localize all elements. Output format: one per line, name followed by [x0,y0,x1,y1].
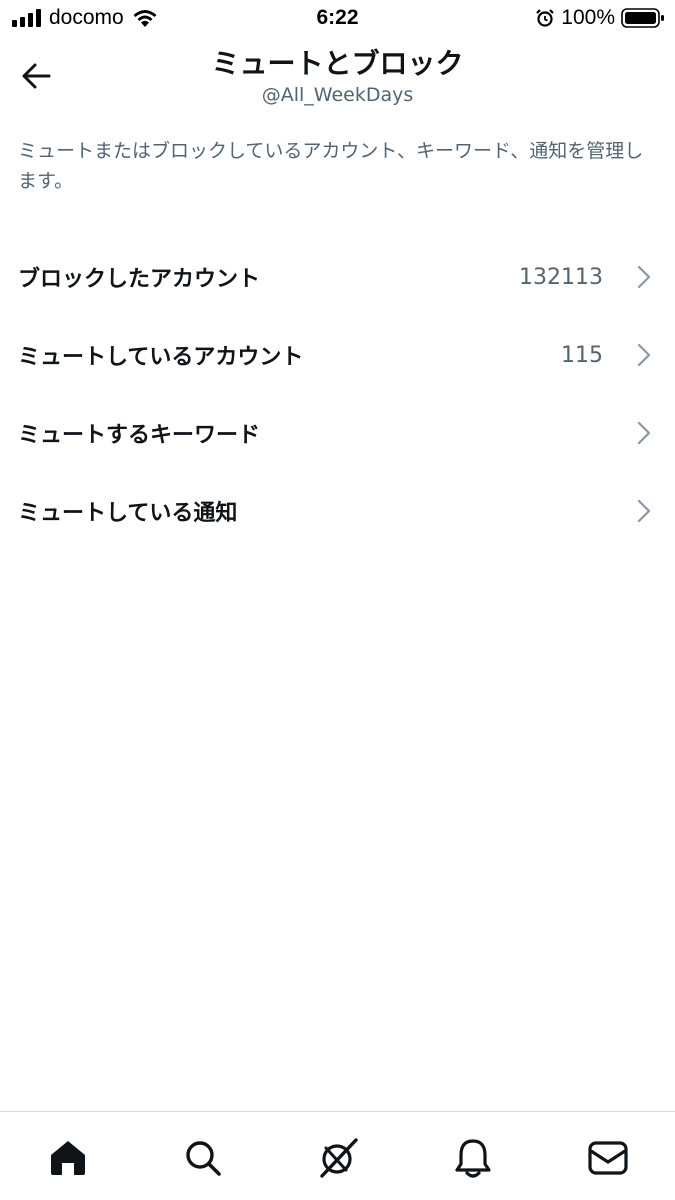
nav-messages[interactable] [578,1136,638,1180]
settings-list: ブロックしたアカウント 132113 ミュートしているアカウント 115 ミュー… [0,238,675,550]
setting-label: ブロックしたアカウント [18,267,261,292]
battery-percentage: 100% [561,6,615,29]
status-bar: docomo 6:22 100% [0,0,675,38]
header: ミュートとブロック @All_WeekDays [0,38,675,114]
muted-keywords-row[interactable]: ミュートするキーワード [0,394,675,472]
alarm-icon [536,9,555,27]
setting-label: ミュートするキーワード [18,423,261,448]
spaces-icon [319,1138,358,1178]
page-title: ミュートとブロック [211,47,464,80]
messages-icon [587,1141,628,1175]
setting-count: 115 [561,342,603,368]
chevron-right-icon [637,343,651,367]
chevron-right-icon [637,265,651,289]
search-icon [185,1141,221,1176]
nav-home[interactable] [38,1136,98,1180]
nav-search[interactable] [173,1136,233,1180]
wifi-icon [133,10,157,27]
setting-label: ミュートしているアカウント [18,345,304,370]
bottom-nav [0,1111,675,1200]
setting-count: 132113 [519,264,603,290]
home-icon [50,1141,85,1175]
battery-icon [621,8,664,28]
account-handle: @All_WeekDays [261,84,414,106]
signal-icon [12,9,41,27]
carrier-name: docomo [49,6,124,29]
notifications-icon [454,1139,491,1178]
nav-notifications[interactable] [443,1136,503,1180]
nav-spaces[interactable] [308,1136,368,1180]
chevron-right-icon [637,499,651,523]
muted-notifications-row[interactable]: ミュートしている通知 [0,472,675,550]
status-right: 100% [535,6,665,30]
muted-accounts-row[interactable]: ミュートしているアカウント 115 [0,316,675,394]
chevron-right-icon [637,421,651,445]
screen: docomo 6:22 100% ミュートとブロック @All_WeekDays… [0,0,675,1200]
page-description: ミュートまたはブロックしているアカウント、キーワード、通知を管理します。 [18,140,644,192]
blocked-accounts-row[interactable]: ブロックしたアカウント 132113 [0,238,675,316]
status-left: docomo [12,6,158,30]
setting-label: ミュートしている通知 [18,501,238,526]
